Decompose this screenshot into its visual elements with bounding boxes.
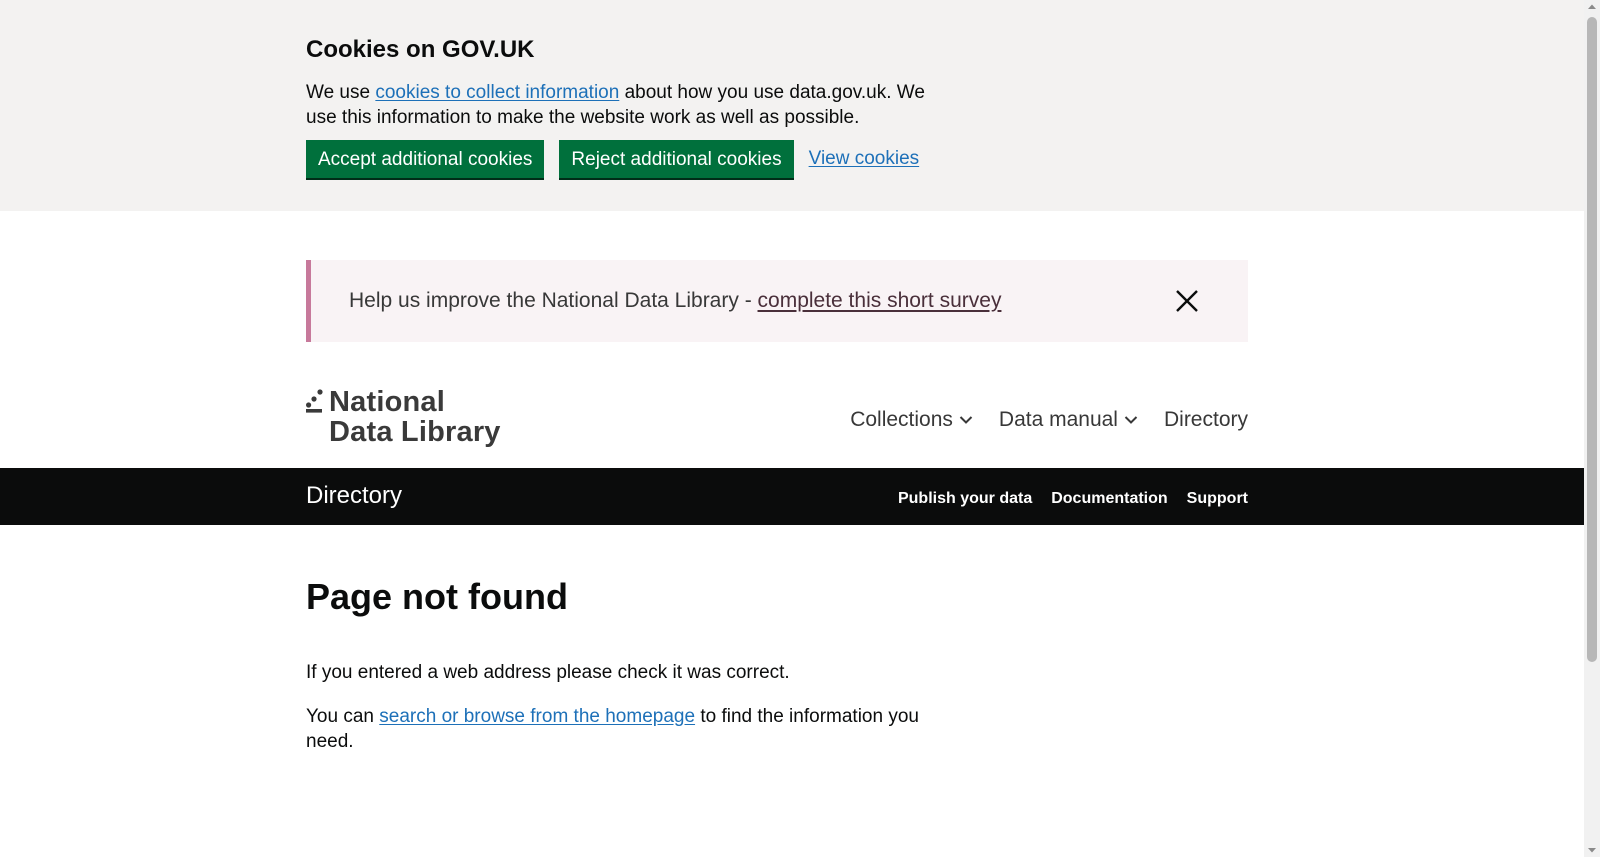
chevron-down-icon [1124,416,1138,424]
logo-text: National Data Library [329,387,501,447]
directory-links: Publish your data Documentation Support [898,490,1248,508]
nav-data-manual-label: Data manual [998,408,1118,431]
viewport: Cookies on GOV.UK We use cookies to coll… [0,0,1584,857]
cookies-info-link[interactable]: cookies to collect information [375,82,619,103]
page-title: Page not found [306,576,568,617]
support-link[interactable]: Support [1187,490,1248,508]
nav-directory-label: Directory [1163,408,1248,431]
view-cookies-link[interactable]: View cookies [809,148,920,170]
site-header: National Data Library Collections Data m… [306,342,1248,468]
logo-line-2: Data Library [329,416,501,448]
scroll-up-arrow-icon[interactable] [1584,0,1600,14]
documentation-link[interactable]: Documentation [1051,490,1167,508]
homepage-text: You can search or browse from the homepa… [306,704,926,754]
reject-cookies-button[interactable]: Reject additional cookies [559,140,794,178]
survey-banner: Help us improve the National Data Librar… [306,260,1248,342]
cookie-banner-text: We use cookies to collect information ab… [306,80,926,130]
nav-data-manual[interactable]: Data manual [999,408,1138,432]
scrollbar-thumb[interactable] [1587,17,1597,662]
publish-your-data-link[interactable]: Publish your data [898,490,1032,508]
main-content: Page not found If you entered a web addr… [306,525,1248,754]
survey-text-start: Help us improve the National Data Librar… [349,289,758,312]
check-address-text: If you entered a web address please chec… [306,662,790,683]
directory-title[interactable]: Directory [306,482,402,510]
directory-bar: Directory Publish your data Documentatio… [0,468,1584,525]
accept-cookies-button[interactable]: Accept additional cookies [306,140,545,178]
scroll-down-arrow-icon[interactable] [1584,843,1600,857]
chevron-down-icon [959,416,973,424]
main-nav: Collections Data manual Directory [850,408,1248,432]
vertical-scrollbar[interactable] [1584,0,1600,857]
nav-directory[interactable]: Directory [1164,408,1248,432]
cookie-actions: Accept additional cookies Reject additio… [306,140,1248,178]
homepage-link[interactable]: search or browse from the homepage [379,706,695,727]
nav-collections-label: Collections [850,408,953,431]
survey-wrapper: Help us improve the National Data Librar… [0,211,1584,342]
national-data-library-logo[interactable]: National Data Library [306,387,506,449]
survey-text: Help us improve the National Data Librar… [349,287,1001,315]
nav-collections[interactable]: Collections [850,408,973,432]
cookie-banner-title: Cookies on GOV.UK [306,36,535,63]
survey-link[interactable]: complete this short survey [758,289,1002,312]
page: Cookies on GOV.UK We use cookies to coll… [0,0,1600,857]
cookie-banner: Cookies on GOV.UK We use cookies to coll… [0,0,1584,211]
logo-mark-icon [306,389,323,413]
homepage-text-start: You can [306,706,380,727]
cookie-text-start: We use [306,82,376,103]
logo-line-1: National [329,386,445,418]
close-icon[interactable] [1174,288,1200,314]
